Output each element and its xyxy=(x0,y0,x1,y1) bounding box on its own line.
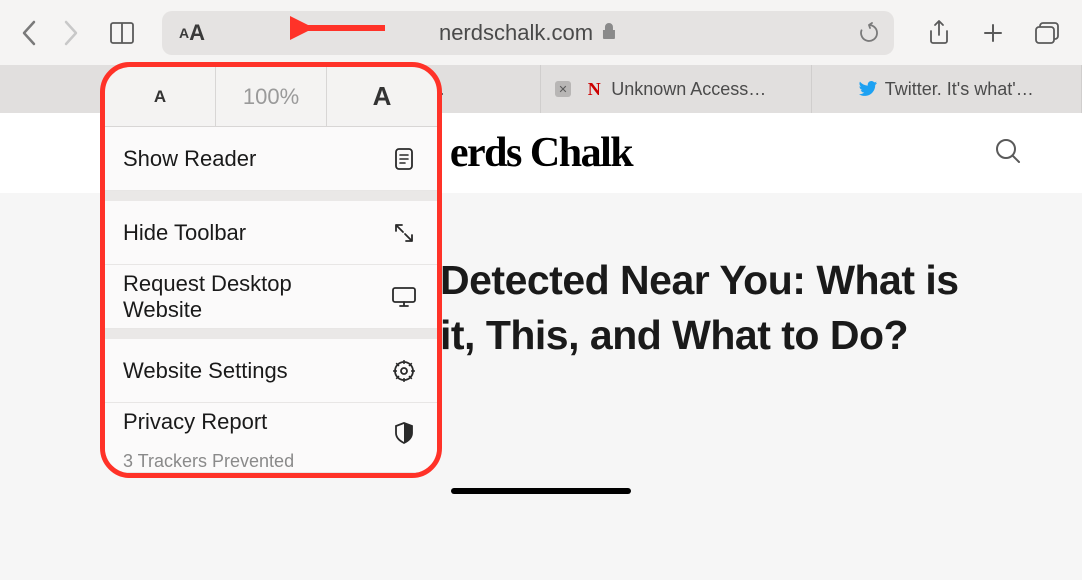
expand-icon xyxy=(389,222,419,244)
reader-icon xyxy=(389,147,419,171)
reload-button[interactable] xyxy=(844,22,894,44)
tab-twitter[interactable]: Twitter. It's what'… xyxy=(812,65,1082,113)
show-reader-item[interactable]: Show Reader xyxy=(105,127,437,191)
text-size-popover: A 100% A Show Reader Hide Toolbar Reques… xyxy=(100,62,442,478)
back-button[interactable] xyxy=(18,22,40,44)
search-button[interactable] xyxy=(994,137,1022,170)
privacy-subtext: 3 Trackers Prevented xyxy=(123,451,294,472)
lock-icon xyxy=(601,20,617,46)
website-settings-item[interactable]: Website Settings xyxy=(105,339,437,403)
aa-small-icon: A xyxy=(179,25,189,41)
shield-icon xyxy=(389,421,419,445)
new-tab-button[interactable] xyxy=(976,16,1010,50)
home-indicator xyxy=(451,488,631,494)
share-button[interactable] xyxy=(922,16,956,50)
menu-label: Request Desktop Website xyxy=(123,271,375,323)
tabs-overview-button[interactable] xyxy=(1030,16,1064,50)
browser-toolbar: AA nerdschalk.com xyxy=(0,0,1082,65)
text-size-button[interactable]: AA xyxy=(162,20,222,46)
forward-button[interactable] xyxy=(60,22,82,44)
url-display: nerdschalk.com xyxy=(439,20,617,46)
gear-icon xyxy=(389,359,419,383)
tab-label: Unknown Access… xyxy=(611,79,766,100)
site-logo[interactable]: erds Chalk xyxy=(450,129,632,177)
zoom-decrease-button[interactable]: A xyxy=(105,67,216,126)
tab-unknown-access[interactable]: ✕ N Unknown Access… xyxy=(541,65,812,113)
tab-label: Twitter. It's what'… xyxy=(885,79,1034,100)
hide-toolbar-item[interactable]: Hide Toolbar xyxy=(105,201,437,265)
zoom-level[interactable]: 100% xyxy=(216,67,327,126)
menu-label: Website Settings xyxy=(123,358,375,384)
bookmarks-button[interactable] xyxy=(104,15,140,51)
aa-big-icon: A xyxy=(189,20,205,46)
n-favicon-icon: N xyxy=(585,80,603,98)
request-desktop-item[interactable]: Request Desktop Website xyxy=(105,265,437,329)
menu-label: Show Reader xyxy=(123,146,375,172)
zoom-increase-button[interactable]: A xyxy=(327,67,437,126)
close-tab-icon[interactable]: ✕ xyxy=(555,81,571,97)
desktop-icon xyxy=(389,286,419,308)
address-bar[interactable]: AA nerdschalk.com xyxy=(162,11,894,55)
url-text: nerdschalk.com xyxy=(439,20,593,46)
menu-label: Hide Toolbar xyxy=(123,220,375,246)
article-headline: Detected Near You: What is it, This, and… xyxy=(440,253,1002,364)
menu-label: Privacy Report xyxy=(123,409,267,449)
privacy-report-item[interactable]: Privacy Report 3 Trackers Prevented xyxy=(105,403,437,473)
twitter-favicon-icon xyxy=(859,80,877,98)
